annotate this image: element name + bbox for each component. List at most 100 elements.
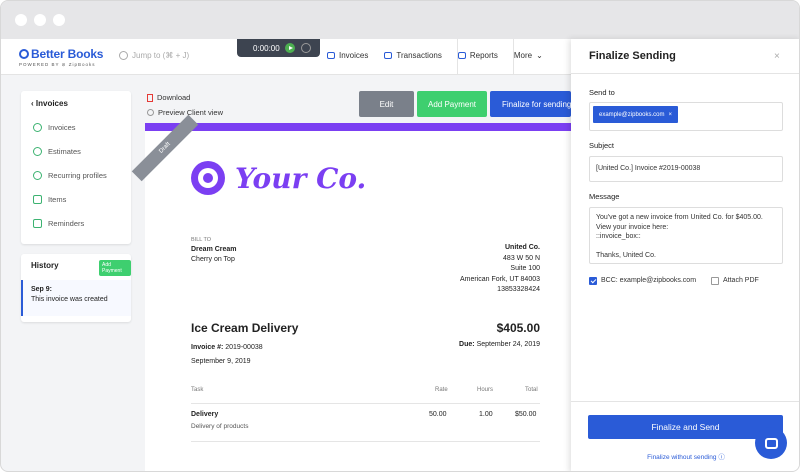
- sidebar-item-label: Invoices: [48, 123, 76, 132]
- panel-title: Finalize Sending: [589, 50, 676, 62]
- jump-search[interactable]: Jump to (⌘ + J): [119, 51, 189, 60]
- window-close-dot[interactable]: [15, 14, 27, 26]
- message-value: You've got a new invoice from United Co.…: [596, 214, 763, 259]
- history-title: History: [31, 261, 59, 270]
- message-textarea[interactable]: You've got a new invoice from United Co.…: [589, 207, 783, 264]
- menu-back[interactable]: ‹ Invoices: [31, 99, 68, 108]
- history-card: History Add Payment Sep 9: This invoice …: [21, 254, 131, 322]
- panel-divider: [571, 73, 799, 74]
- logo-subtitle: POWERED BY ⊘ ZipBooks: [19, 62, 96, 67]
- refresh-icon: [33, 171, 42, 180]
- sender-line: American Fork, UT 84003: [459, 275, 540, 283]
- recipient-chip[interactable]: example@zipbooks.com ×: [593, 106, 678, 123]
- finalize-sending-panel: Finalize Sending × Send to example@zipbo…: [571, 39, 799, 471]
- bill-to-label: BILL TO: [191, 237, 212, 243]
- add-payment-button[interactable]: Add Payment: [417, 91, 487, 117]
- chat-icon: [764, 437, 778, 449]
- preview-icon: [147, 109, 154, 116]
- preview-label: Preview Client view: [158, 108, 224, 117]
- history-entry-date: Sep 9:: [31, 286, 53, 293]
- invoice-meta: Invoice #: 2019-00038 September 9, 2019: [191, 341, 263, 369]
- sidebar-item-recurring[interactable]: Recurring profiles: [33, 171, 107, 180]
- bill-to: BILL TO Dream Cream Cherry on Top: [191, 235, 237, 265]
- sidebar-item-label: Recurring profiles: [48, 171, 107, 180]
- sidebar-item-label: Items: [48, 195, 67, 204]
- main-nav: Invoices Transactions Reports More ⌄: [327, 51, 543, 60]
- logo-ring-icon: [19, 49, 29, 59]
- bill-to-address: Cherry on Top: [191, 256, 235, 263]
- remove-recipient-icon[interactable]: ×: [668, 112, 672, 118]
- timer-value: 0:00:00: [253, 44, 280, 53]
- row-description: Delivery of products: [191, 423, 249, 430]
- sidebar-item-items[interactable]: Items: [33, 195, 66, 204]
- nav-divider: [513, 39, 514, 75]
- tag-icon: [33, 195, 42, 204]
- due-value: September 24, 2019: [476, 341, 540, 348]
- bell-icon: [33, 219, 42, 228]
- pdf-icon: [147, 93, 153, 102]
- finalize-and-send-button[interactable]: Finalize and Send: [588, 415, 783, 439]
- invoice-number: 2019-00038: [225, 344, 263, 351]
- invoices-menu: ‹ Invoices Invoices Estimates Recurring …: [21, 91, 131, 244]
- due-label: Due:: [459, 341, 475, 348]
- sender-line: Suite 100: [510, 265, 540, 272]
- column-header-hours: Hours: [477, 387, 494, 393]
- edit-button[interactable]: Edit: [359, 91, 414, 117]
- window-titlebar: [1, 1, 799, 39]
- sender-address: United Co. 483 W 50 N Suite 100 American…: [375, 243, 540, 296]
- timer-stop-icon[interactable]: [301, 43, 311, 53]
- table-divider: [191, 441, 540, 442]
- sidebar-item-estimates[interactable]: Estimates: [33, 147, 81, 156]
- nav-more[interactable]: More ⌄: [514, 51, 543, 60]
- swirl-logo-icon: [191, 161, 225, 195]
- subject-field[interactable]: [United Co.] Invoice #2019-00038: [589, 156, 783, 182]
- send-to-field[interactable]: example@zipbooks.com ×: [589, 102, 783, 131]
- reports-icon: [457, 52, 466, 59]
- logo-title: Better Books: [31, 47, 104, 61]
- download-link[interactable]: Download: [147, 93, 223, 102]
- time-tracker[interactable]: 0:00:00: [237, 39, 320, 57]
- window-maximize-dot[interactable]: [53, 14, 65, 26]
- panel-footer-divider: [571, 401, 799, 402]
- history-entry-text: This invoice was created: [31, 296, 108, 303]
- bcc-checkbox[interactable]: [589, 277, 597, 285]
- subject-value: [United Co.] Invoice #2019-00038: [596, 165, 701, 172]
- nav-label: Transactions: [396, 51, 442, 60]
- nav-reports[interactable]: Reports: [457, 51, 498, 60]
- invoice-amount: $405.00: [496, 321, 540, 335]
- brand-logo[interactable]: Better Books POWERED BY ⊘ ZipBooks: [19, 47, 103, 68]
- attach-pdf-label: Attach PDF: [723, 277, 759, 284]
- table-divider: [191, 403, 540, 404]
- nav-label: Reports: [469, 51, 498, 60]
- close-icon[interactable]: ×: [774, 51, 780, 62]
- add-payment-badge[interactable]: Add Payment: [99, 260, 131, 276]
- sidebar-item-invoices[interactable]: Invoices: [33, 123, 76, 132]
- history-entry: Sep 9: This invoice was created: [21, 280, 131, 316]
- search-icon: [119, 51, 128, 60]
- company-logo-text: Your Co.: [235, 161, 367, 195]
- chevron-down-icon: ⌄: [536, 51, 543, 60]
- attach-pdf-checkbox[interactable]: [711, 277, 719, 285]
- row-total: $50.00: [515, 411, 537, 418]
- transactions-icon: [384, 52, 393, 59]
- sidebar-item-reminders[interactable]: Reminders: [33, 219, 84, 228]
- sender-line: 483 W 50 N: [503, 254, 540, 262]
- row-task: Delivery: [191, 411, 219, 418]
- subject-label: Subject: [589, 141, 615, 150]
- search-placeholder: Jump to (⌘ + J): [132, 51, 190, 60]
- preview-link[interactable]: Preview Client view: [147, 108, 223, 117]
- send-to-label: Send to: [589, 88, 615, 97]
- download-label: Download: [157, 93, 191, 102]
- message-label: Message: [589, 192, 620, 201]
- finalize-for-sending-button[interactable]: Finalize for sending: [490, 91, 571, 117]
- column-header-rate: Rate: [435, 387, 448, 393]
- nav-transactions[interactable]: Transactions: [384, 51, 442, 60]
- bcc-label: BCC: example@zipbooks.com: [601, 277, 697, 284]
- dollar-icon: [33, 123, 42, 132]
- nav-divider: [457, 39, 458, 75]
- nav-invoices[interactable]: Invoices: [327, 51, 368, 60]
- play-icon[interactable]: [285, 43, 295, 53]
- window-minimize-dot[interactable]: [34, 14, 46, 26]
- nav-label: More: [513, 51, 533, 60]
- chat-button[interactable]: [755, 427, 787, 459]
